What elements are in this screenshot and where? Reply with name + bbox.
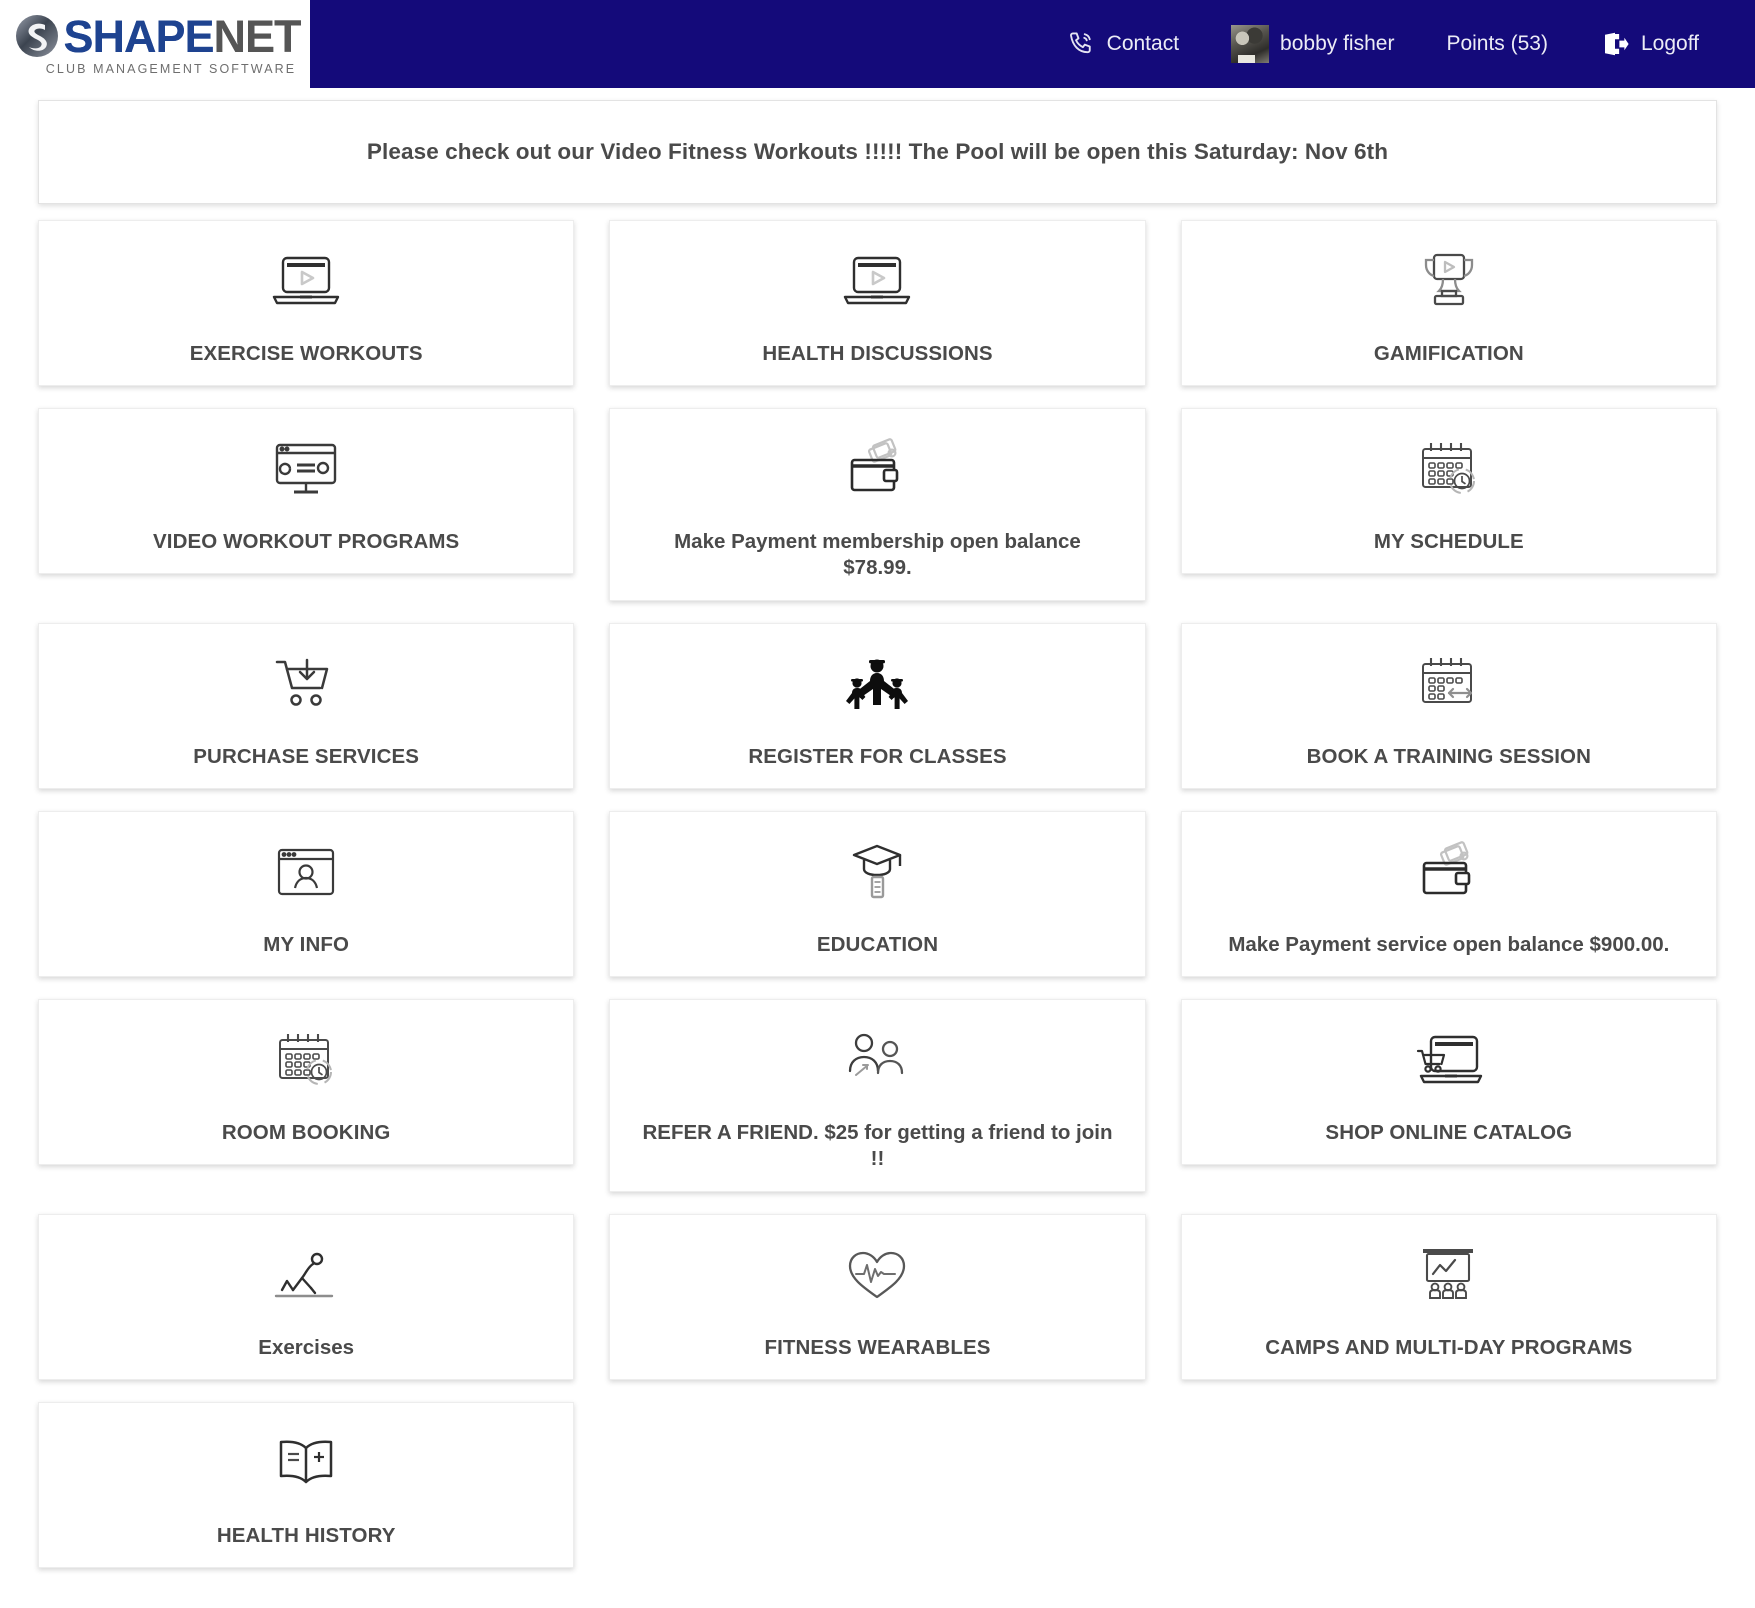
tile-shop-online-catalog[interactable]: SHOP ONLINE CATALOG <box>1181 999 1717 1165</box>
page-content: Please check out our Video Fitness Worko… <box>0 88 1755 1608</box>
nav-item-points[interactable]: Points (53) <box>1420 32 1574 56</box>
nav-item-contact[interactable]: Contact <box>1040 29 1205 59</box>
tile-book-a-training-session[interactable]: BOOK A TRAINING SESSION <box>1181 623 1717 789</box>
tile-my-schedule[interactable]: MY SCHEDULE <box>1181 408 1717 574</box>
tile-label: REFER A FRIEND. $25 for getting a friend… <box>642 1120 1112 1172</box>
tile-refer-a-friend[interactable]: REFER A FRIEND. $25 for getting a friend… <box>609 999 1145 1191</box>
group-class-people-icon <box>844 646 910 722</box>
tile-label: FITNESS WEARABLES <box>764 1335 990 1361</box>
tile-make-payment-membership[interactable]: Make Payment membership open balance $78… <box>609 408 1145 600</box>
tile-label: SHOP ONLINE CATALOG <box>1325 1120 1572 1146</box>
tile-label: EXERCISE WORKOUTS <box>190 341 423 367</box>
tile-grid: EXERCISE WORKOUTS HEALTH DISCUSSIONS <box>38 220 1717 1568</box>
shopping-cart-download-icon <box>273 646 339 722</box>
logo-tagline: CLUB MANAGEMENT SOFTWARE <box>46 62 296 76</box>
tile-label: Make Payment membership open balance $78… <box>642 529 1112 581</box>
logo-text-shape: SHAPE <box>63 11 213 62</box>
open-book-medical-icon <box>273 1425 339 1501</box>
calendar-clock-icon <box>1415 431 1483 507</box>
tile-label: MY INFO <box>263 932 349 958</box>
announcement-text: Please check out our Video Fitness Worko… <box>367 139 1388 165</box>
logout-door-icon <box>1600 29 1630 59</box>
tile-label: HEALTH DISCUSSIONS <box>762 341 992 367</box>
trophy-video-play-icon <box>1415 243 1483 319</box>
nav-label-logoff: Logoff <box>1641 32 1699 56</box>
tile-exercise-workouts[interactable]: EXERCISE WORKOUTS <box>38 220 574 386</box>
calendar-clock-icon <box>272 1022 340 1098</box>
profile-card-window-icon <box>274 834 338 910</box>
sit-up-exercise-icon <box>270 1237 342 1313</box>
tile-purchase-services[interactable]: PURCHASE SERVICES <box>38 623 574 789</box>
swirl-logo-icon <box>15 12 59 60</box>
tile-my-info[interactable]: MY INFO <box>38 811 574 977</box>
header-nav: Contact bobby fisher Points (53) Logoff <box>1040 25 1755 63</box>
logo-wordmark-row: SHAPENET <box>15 12 300 60</box>
phone-ring-icon <box>1066 29 1096 59</box>
tile-label: EDUCATION <box>817 932 938 958</box>
logo-text-net: NET <box>214 11 301 62</box>
tile-label: PURCHASE SERVICES <box>193 744 419 770</box>
tile-make-payment-service[interactable]: Make Payment service open balance $900.0… <box>1181 811 1717 977</box>
tile-label: MY SCHEDULE <box>1374 529 1524 555</box>
tile-label: ROOM BOOKING <box>222 1120 391 1146</box>
tile-label: VIDEO WORKOUT PROGRAMS <box>153 529 459 555</box>
laptop-video-play-icon <box>841 243 913 319</box>
laptop-video-play-icon <box>270 243 342 319</box>
nav-item-user[interactable]: bobby fisher <box>1205 25 1420 63</box>
brand-logo[interactable]: SHAPENET CLUB MANAGEMENT SOFTWARE <box>0 0 310 88</box>
app-header: SHAPENET CLUB MANAGEMENT SOFTWARE Contac… <box>0 0 1755 88</box>
tile-label: HEALTH HISTORY <box>217 1523 396 1549</box>
logo-text: SHAPENET <box>63 14 300 59</box>
wallet-cards-icon <box>844 431 910 507</box>
tile-gamification[interactable]: GAMIFICATION <box>1181 220 1717 386</box>
tile-label: GAMIFICATION <box>1374 341 1524 367</box>
tile-exercises[interactable]: Exercises <box>38 1214 574 1380</box>
nav-label-points: Points (53) <box>1446 32 1548 56</box>
tile-camps-and-multi-day-programs[interactable]: CAMPS AND MULTI-DAY PROGRAMS <box>1181 1214 1717 1380</box>
tile-health-discussions[interactable]: HEALTH DISCUSSIONS <box>609 220 1145 386</box>
tile-fitness-wearables[interactable]: FITNESS WEARABLES <box>609 1214 1145 1380</box>
monitor-workout-icon <box>271 431 341 507</box>
nav-item-logoff[interactable]: Logoff <box>1574 29 1725 59</box>
user-avatar-photo <box>1231 25 1269 63</box>
graduation-diploma-icon <box>844 834 910 910</box>
grid-spacer <box>1181 1402 1717 1568</box>
laptop-cart-icon <box>1413 1022 1485 1098</box>
tile-label: CAMPS AND MULTI-DAY PROGRAMS <box>1265 1335 1632 1361</box>
announcement-banner: Please check out our Video Fitness Worko… <box>38 100 1717 204</box>
tile-education[interactable]: EDUCATION <box>609 811 1145 977</box>
nav-label-username: bobby fisher <box>1280 32 1394 56</box>
tile-video-workout-programs[interactable]: VIDEO WORKOUT PROGRAMS <box>38 408 574 574</box>
nav-label-contact: Contact <box>1107 32 1179 56</box>
tile-register-for-classes[interactable]: REGISTER FOR CLASSES <box>609 623 1145 789</box>
tile-health-history[interactable]: HEALTH HISTORY <box>38 1402 574 1568</box>
tile-room-booking[interactable]: ROOM BOOKING <box>38 999 574 1165</box>
wallet-cards-icon <box>1416 834 1482 910</box>
grid-spacer <box>609 1402 1145 1568</box>
tile-label: Make Payment service open balance $900.0… <box>1228 932 1669 958</box>
presentation-chart-people-icon <box>1415 1237 1483 1313</box>
heart-pulse-icon <box>843 1237 911 1313</box>
tile-label: BOOK A TRAINING SESSION <box>1307 744 1591 770</box>
calendar-arrows-icon <box>1415 646 1483 722</box>
tile-label: Exercises <box>258 1335 354 1361</box>
refer-friend-people-icon <box>842 1022 912 1098</box>
tile-label: REGISTER FOR CLASSES <box>748 744 1006 770</box>
